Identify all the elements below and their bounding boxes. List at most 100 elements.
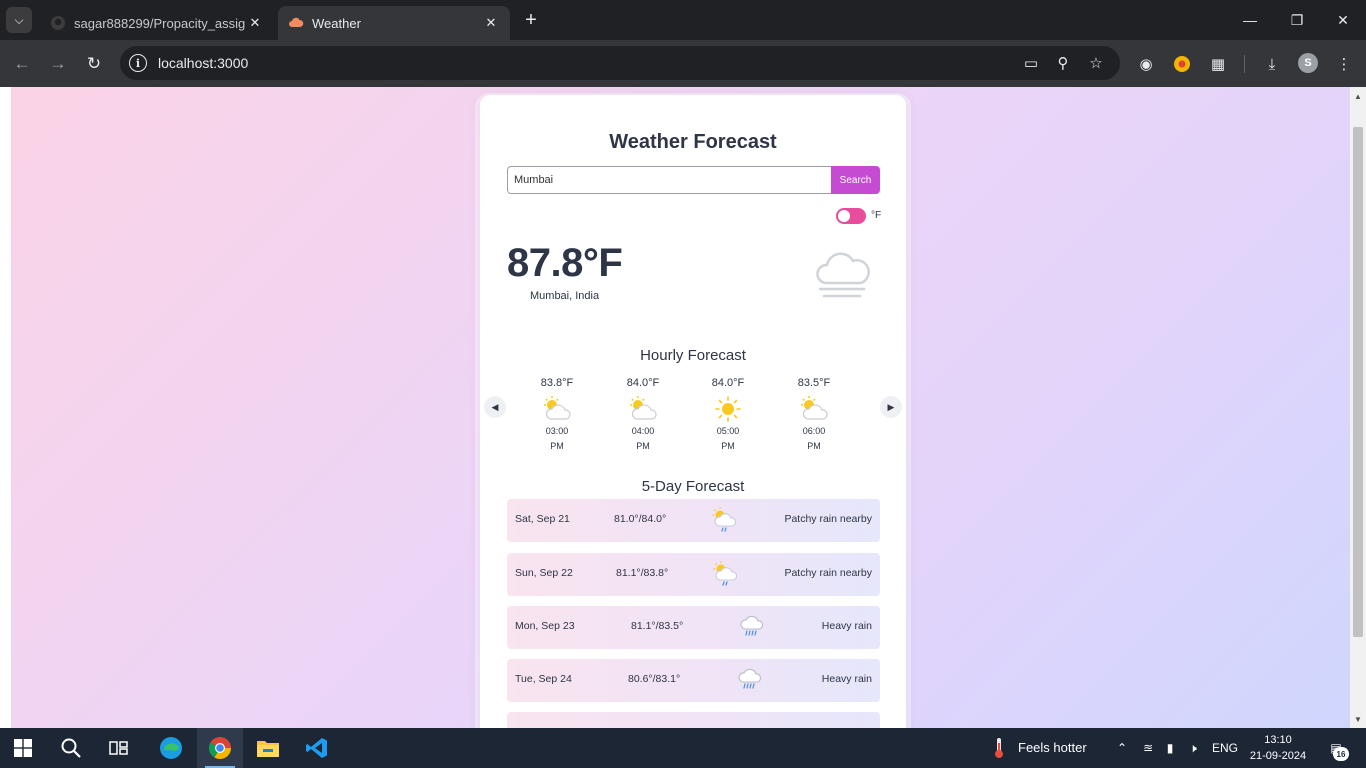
daily-condition: Patchy rain nearby [784,513,872,525]
taskbar-edge[interactable] [148,728,194,768]
back-icon[interactable]: ← [10,52,34,76]
chevron-up-icon[interactable]: ⌃ [1112,738,1132,758]
address-bar[interactable]: i localhost:3000 ▭ ⚲ ☆ [120,46,1120,80]
tab-github[interactable]: sagar888299/Propacity_assignm ✕ [40,6,274,40]
daily-date: Sat, Sep 21 [515,513,570,525]
heavy-rain-icon [738,668,762,689]
bookmark-star-icon[interactable]: ☆ [1086,53,1106,73]
reload-icon[interactable]: ↻ [82,52,106,76]
daily-row: Mon, Sep 23 81.1°/83.5° Heavy rain [507,606,880,649]
taskbar-vscode[interactable] [294,728,340,768]
daily-date: Tue, Sep 24 [515,673,572,685]
daily-condition: Patchy rain nearby [784,567,872,579]
install-app-icon[interactable]: ▭ [1021,53,1041,73]
forward-icon[interactable]: → [46,52,70,76]
partly-cloudy-icon [630,396,657,420]
language-indicator[interactable]: ENG [1212,741,1238,755]
unit-toggle[interactable] [836,208,866,224]
browser-tab-strip: ⌵ sagar888299/Propacity_assignm ✕ Weathe… [0,0,1366,40]
daily-range: 80.6°/83.1° [628,673,681,685]
minimize-icon[interactable]: — [1238,8,1262,32]
restore-icon[interactable]: ❐ [1285,8,1309,32]
speaker-muted-icon[interactable]: 🕨 [1183,738,1203,758]
edge-icon [160,737,182,759]
daily-range: 81.0°/84.0° [614,513,667,525]
daily-range: 81.1°/83.5° [631,620,684,632]
hourly-temp: 83.8°F [540,377,574,389]
extension-target-icon[interactable]: ◉ [1134,52,1158,76]
daily-forecast-title: 5-Day Forecast [641,478,745,495]
page-title: Weather Forecast [609,131,777,153]
url-text[interactable]: localhost:3000 [158,55,248,71]
task-view-icon [109,741,128,755]
clock-date: 21-09-2024 [1249,750,1307,762]
taskbar-chrome[interactable] [197,728,243,768]
hourly-forecast-title: Hourly Forecast [640,347,746,364]
daily-condition: Heavy rain [821,673,872,685]
windows-logo-icon [14,739,32,757]
system-clock[interactable]: 13:10 21-09-2024 [1242,732,1314,764]
extensions-puzzle-icon[interactable]: ▦ [1206,52,1230,76]
hourly-next-button[interactable]: ▶ [880,396,902,418]
cloud-icon [816,252,870,298]
hourly-item: 84.0°F 05:00 PM [686,377,770,453]
toolbar-divider [1244,55,1245,73]
unit-label: °F [871,210,882,221]
search-icon [61,738,81,758]
hourly-time: 06:00 [802,426,826,436]
patchy-rain-icon [712,507,737,532]
close-tab-icon[interactable]: ✕ [482,14,500,32]
hourly-time: 03:00 [545,426,569,436]
page-scrollbar[interactable]: ▲ ▼ [1350,87,1366,728]
hourly-time: 05:00 [716,426,740,436]
tab-search-button[interactable]: ⌵ [6,7,32,33]
hourly-period: PM [550,441,564,451]
notification-badge: 16 [1333,747,1349,761]
extension-chrome-icon[interactable] [1170,52,1194,76]
hourly-period: PM [721,441,735,451]
daily-row: Tue, Sep 24 80.6°/83.1° Heavy rain [507,659,880,702]
partly-cloudy-icon [544,396,571,420]
daily-row: Sun, Sep 22 81.1°/83.8° Patchy rain near… [507,553,880,596]
hourly-period: PM [636,441,650,451]
task-view-button[interactable] [96,728,142,768]
scroll-down-arrow-icon[interactable]: ▼ [1350,711,1366,727]
windows-taskbar: Feels hotter ⌃ ≊ ▮ 🕨 ENG 13:10 21-09-202… [0,728,1366,768]
download-icon[interactable]: ⤓ [1260,52,1284,76]
taskbar-search-button[interactable] [48,728,94,768]
hourly-item: 83.5°F 06:00 PM [772,377,856,453]
search-button[interactable]: Search [831,166,880,194]
site-info-icon[interactable]: i [129,54,147,72]
heavy-rain-icon [740,615,764,636]
tab-weather[interactable]: Weather ✕ [278,6,510,40]
clock-time: 13:10 [1264,734,1292,746]
close-tab-icon[interactable]: ✕ [246,14,264,32]
zoom-icon[interactable]: ⚲ [1053,53,1073,73]
hourly-prev-button[interactable]: ◀ [484,396,506,418]
hourly-temp: 83.5°F [797,377,831,389]
daily-date: Sun, Sep 22 [515,567,573,579]
profile-avatar[interactable]: S [1298,53,1318,73]
city-search-input[interactable] [507,166,831,194]
thermometer-icon[interactable] [988,736,1010,760]
hourly-forecast-list: 83.8°F 03:00 PM 84.0°F 04:00 PM 84.0°F 0… [515,377,865,451]
start-button[interactable] [0,728,46,768]
daily-date: Mon, Sep 23 [515,620,575,632]
scroll-thumb[interactable] [1353,127,1363,637]
daily-range: 81.1°/83.8° [616,567,669,579]
menu-kebab-icon[interactable]: ⋮ [1332,52,1356,76]
new-tab-button[interactable]: + [520,9,542,31]
page-viewport: Weather Forecast Search °F 87.8°F Mumbai… [0,87,1366,728]
hourly-period: PM [807,441,821,451]
weather-widget-text[interactable]: Feels hotter [1018,740,1087,755]
wifi-icon[interactable]: ≊ [1138,738,1158,758]
patchy-rain-icon [713,561,738,586]
daily-row: Sat, Sep 21 81.0°/84.0° Patchy rain near… [507,499,880,542]
taskbar-file-explorer[interactable] [245,728,291,768]
scroll-up-arrow-icon[interactable]: ▲ [1350,88,1366,104]
close-window-icon[interactable]: ✕ [1331,8,1355,32]
hourly-item: 83.8°F 03:00 PM [515,377,599,453]
battery-icon[interactable]: ▮ [1160,738,1180,758]
vscode-icon [306,738,327,758]
cloud-icon [288,15,304,31]
